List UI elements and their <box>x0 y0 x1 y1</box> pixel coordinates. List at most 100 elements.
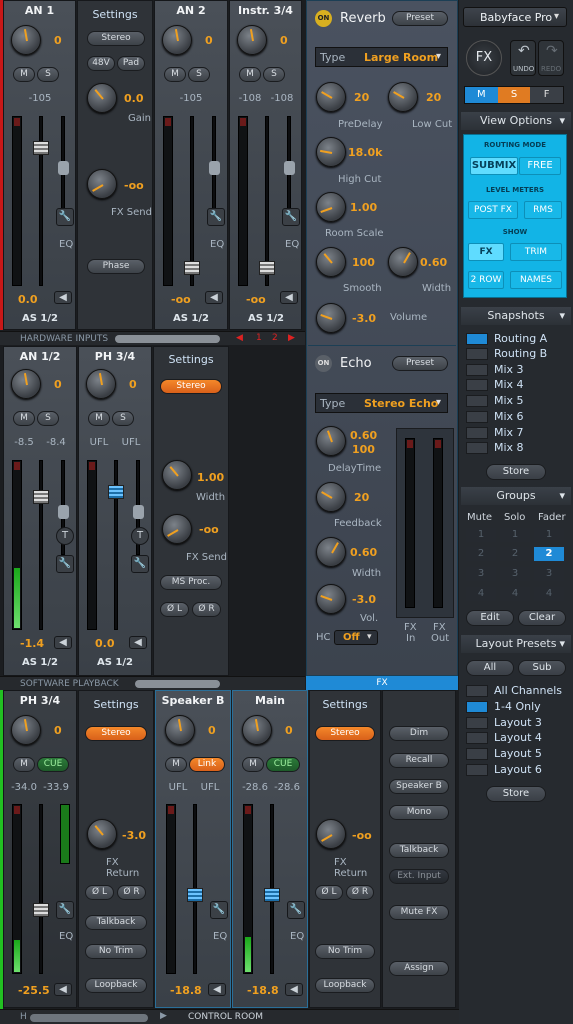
chevron-left-icon[interactable]: ◀ <box>280 291 298 304</box>
fx-send-knob[interactable] <box>162 514 192 544</box>
group-cell[interactable]: 4 <box>466 587 496 601</box>
link-button[interactable]: Link <box>189 757 225 772</box>
show-names-button[interactable]: NAMES <box>510 271 562 289</box>
group-cell[interactable]: 3 <box>466 567 496 581</box>
snapshot-item[interactable]: Mix 7 <box>464 426 568 441</box>
channel-speaker-b[interactable]: Speaker B 0 M Link UFL UFL 🔧 EQ -18.8 ◀ <box>155 690 231 1008</box>
chevron-left-icon[interactable]: ◀ <box>54 983 72 996</box>
snapshot-item[interactable]: Mix 8 <box>464 441 568 456</box>
volume-fader[interactable] <box>33 490 49 504</box>
gain-knob[interactable] <box>11 715 41 745</box>
gain-knob[interactable] <box>162 25 192 55</box>
phase-button[interactable]: Phase <box>87 259 145 274</box>
settings-tool-icon[interactable]: 🔧 <box>210 901 228 919</box>
snapshot-item[interactable]: Routing A <box>464 332 568 347</box>
fx-return-knob[interactable] <box>316 819 346 849</box>
layout-sub-button[interactable]: Sub <box>518 660 566 676</box>
mute-button[interactable]: M <box>88 411 110 426</box>
group-cell-active[interactable]: 2 <box>534 547 564 561</box>
layout-all-button[interactable]: All <box>466 660 514 676</box>
show-2row-button[interactable]: 2 ROW <box>468 271 504 289</box>
group-cell[interactable]: 1 <box>500 528 530 542</box>
reverb-volume-knob[interactable] <box>316 303 346 333</box>
channel-an2[interactable]: AN 2 0 M S -105 🔧 EQ -oo ◀ AS 1/2 <box>154 0 228 330</box>
dim-button[interactable]: Dim <box>389 726 449 741</box>
chevron-left-icon[interactable]: ◀ <box>208 983 226 996</box>
chevron-left-icon[interactable]: ◀ <box>205 291 223 304</box>
delaytime-knob[interactable] <box>316 426 346 456</box>
no-trim-button[interactable]: No Trim <box>315 944 375 959</box>
gain-knob[interactable] <box>11 369 41 399</box>
speaker-b-button[interactable]: Speaker B <box>389 779 449 794</box>
talkback-button[interactable]: Talkback <box>85 915 147 930</box>
chevron-left-icon[interactable]: ◀ <box>129 636 147 649</box>
talkback-button[interactable]: Talkback <box>389 843 449 858</box>
pan-handle[interactable] <box>58 505 69 519</box>
pan-handle[interactable] <box>58 161 69 175</box>
ext-input-button[interactable]: Ext. Input <box>389 869 449 884</box>
chevron-left-icon[interactable]: ◀ <box>54 636 72 649</box>
volume-fader[interactable] <box>33 141 49 155</box>
stereo-button[interactable]: Stereo <box>160 379 222 394</box>
group-cell[interactable]: 3 <box>534 567 564 581</box>
settings-tool-icon[interactable]: 🔧 <box>207 208 225 226</box>
assign-button[interactable]: Assign <box>389 961 449 976</box>
snapshot-item[interactable]: Routing B <box>464 347 568 362</box>
group-cell[interactable]: 3 <box>500 567 530 581</box>
fx-badge-icon[interactable]: FX <box>466 40 502 76</box>
group-cell[interactable]: 4 <box>500 587 530 601</box>
undo-button[interactable]: ↶ UNDO <box>510 40 536 76</box>
phase-right-button[interactable]: Ø R <box>117 885 146 900</box>
page-next-icon[interactable]: ▶ <box>288 333 295 343</box>
channel-ph34[interactable]: PH 3/4 0 M S UFL UFL T 🔧 0.0 ◀ AS 1/2 <box>78 346 152 676</box>
phase-right-button[interactable]: Ø R <box>346 885 374 900</box>
routing-label[interactable]: AS 1/2 <box>85 657 145 668</box>
snapshot-item[interactable]: Mix 5 <box>464 394 568 409</box>
group-cell[interactable]: 4 <box>534 587 564 601</box>
view-options-header[interactable]: View Options ▾ <box>461 112 571 130</box>
channel-an12[interactable]: AN 1/2 0 M S -8.5 -8.4 T 🔧 -1.4 ◀ AS 1/2 <box>3 346 77 676</box>
pan-handle[interactable] <box>284 161 295 175</box>
volume-fader[interactable] <box>108 485 124 499</box>
show-trim-button[interactable]: TRIM <box>510 243 562 261</box>
section-scrollbar[interactable] <box>135 680 220 688</box>
highcut-knob[interactable] <box>316 137 346 167</box>
redo-button[interactable]: ↷ REDO <box>538 40 564 76</box>
phase-left-button[interactable]: Ø L <box>160 602 189 617</box>
echo-on-button[interactable]: ON <box>315 355 332 372</box>
layout-item[interactable]: Layout 5 <box>464 747 568 762</box>
group-cell[interactable]: 2 <box>466 547 496 561</box>
chevron-left-icon[interactable]: ◀ <box>285 983 303 996</box>
s-button[interactable]: S <box>497 87 531 103</box>
channel-an1[interactable]: AN 1 0 M S -105 🔧 EQ 0.0 ◀ AS 1/2 <box>3 0 76 330</box>
volume-fader[interactable] <box>184 261 200 275</box>
eq-label[interactable]: EQ <box>210 239 224 250</box>
section-scrollbar[interactable] <box>30 1014 148 1022</box>
layout-item[interactable]: Layout 4 <box>464 731 568 746</box>
settings-tool-icon[interactable]: 🔧 <box>56 208 74 226</box>
eq-label[interactable]: EQ <box>290 931 304 942</box>
pad-button[interactable]: Pad <box>117 56 145 71</box>
f-button[interactable]: F <box>530 87 564 103</box>
chevron-left-icon[interactable]: ◀ <box>54 291 72 304</box>
mute-button[interactable]: M <box>242 757 264 772</box>
layout-item[interactable]: Layout 6 <box>464 763 568 778</box>
volume-fader[interactable] <box>264 888 280 902</box>
routing-label[interactable]: AS 1/2 <box>10 313 70 324</box>
volume-fader[interactable] <box>259 261 275 275</box>
layout-store-button[interactable]: Store <box>486 786 546 802</box>
layout-item[interactable]: Layout 3 <box>464 716 568 731</box>
device-select[interactable]: Babyface Pro ▾ <box>463 7 567 27</box>
solo-button[interactable]: S <box>37 67 59 82</box>
snapshots-header[interactable]: Snapshots ▾ <box>461 307 571 325</box>
recall-button[interactable]: Recall <box>389 753 449 768</box>
solo-button[interactable]: S <box>188 67 210 82</box>
loopback-button[interactable]: Loopback <box>85 978 147 993</box>
pan-handle[interactable] <box>209 161 220 175</box>
reverb-on-button[interactable]: ON <box>315 10 332 27</box>
echo-vol-knob[interactable] <box>316 584 346 614</box>
eq-label[interactable]: EQ <box>59 239 73 250</box>
group-edit-button[interactable]: Edit <box>466 610 514 626</box>
eq-label[interactable]: EQ <box>59 931 73 942</box>
predelay-knob[interactable] <box>316 82 346 112</box>
